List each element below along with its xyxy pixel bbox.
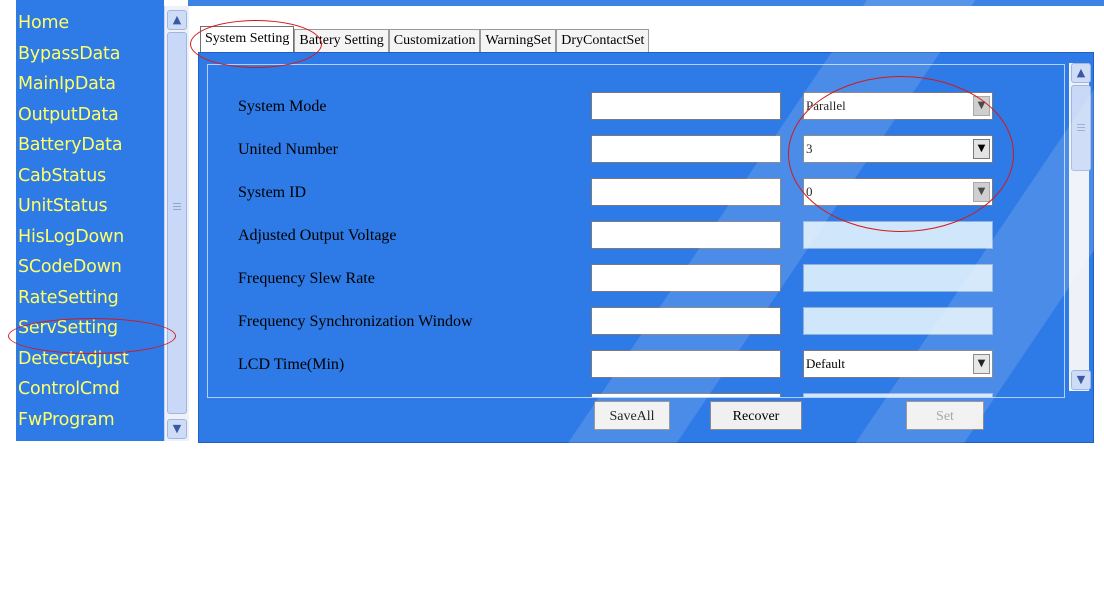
nav-item-bypassdata[interactable]: BypassData: [18, 39, 164, 70]
grip-line: [173, 209, 181, 210]
field-label: Frequency Synchronization Window: [238, 313, 473, 330]
form-scroll-thumb[interactable]: [1071, 85, 1091, 171]
field-label: System Mode: [238, 98, 327, 115]
settings-panel: System Mode Parallel ▼ United Number 3 ▼…: [198, 52, 1094, 443]
tab-customization[interactable]: Customization: [388, 29, 481, 52]
action-bar: SaveAll Recover Set: [199, 396, 1093, 442]
chevron-down-icon[interactable]: ▼: [973, 139, 990, 159]
nav-item-cabstatus[interactable]: CabStatus: [18, 161, 164, 192]
save-all-button[interactable]: SaveAll: [594, 401, 670, 430]
field-label: Adjusted Output Voltage: [238, 227, 397, 244]
system-mode-input[interactable]: [591, 92, 781, 120]
grip-line: [173, 206, 181, 207]
select-value: Default: [806, 356, 845, 371]
system-id-select[interactable]: 0 ▼: [803, 178, 993, 206]
select-value: 3: [806, 141, 813, 156]
nav-item-hislogdown[interactable]: HisLogDown: [18, 222, 164, 253]
scroll-up-icon[interactable]: ▲: [1071, 63, 1091, 83]
nav-item-outputdata[interactable]: OutputData: [18, 100, 164, 131]
adjusted-output-voltage-field: [803, 221, 993, 249]
nav-item-unitstatus[interactable]: UnitStatus: [18, 191, 164, 222]
nav-item-detectadjust[interactable]: DetectAdjust: [18, 344, 164, 375]
nav-scrollbar[interactable]: ▲ ▼: [164, 6, 189, 441]
adjusted-output-voltage-input[interactable]: [591, 221, 781, 249]
united-number-input[interactable]: [591, 135, 781, 163]
scroll-down-icon[interactable]: ▼: [1071, 370, 1091, 390]
form-scrollbar[interactable]: ▲ ▼: [1069, 63, 1091, 391]
field-label: Frequency Slew Rate: [238, 270, 375, 287]
nav-item-batterydata[interactable]: BatteryData: [18, 130, 164, 161]
nav-item-servsetting[interactable]: ServSetting: [18, 313, 164, 344]
scroll-down-icon[interactable]: ▼: [167, 419, 187, 439]
tab-bar: System Setting Battery Setting Customiza…: [200, 26, 650, 53]
frequency-slew-rate-input[interactable]: [591, 264, 781, 292]
grip-line: [1077, 127, 1085, 128]
select-value: 0: [806, 184, 813, 199]
chevron-down-icon[interactable]: ▼: [973, 354, 990, 374]
nav-item-scodedown[interactable]: SCodeDown: [18, 252, 164, 283]
field-label: United Number: [238, 141, 338, 158]
tab-battery-setting[interactable]: Battery Setting: [294, 29, 389, 52]
grip-line: [1077, 124, 1085, 125]
settings-form: System Mode Parallel ▼ United Number 3 ▼…: [207, 64, 1065, 398]
chevron-down-icon[interactable]: ▼: [973, 182, 990, 202]
recover-button[interactable]: Recover: [710, 401, 802, 430]
united-number-select[interactable]: 3 ▼: [803, 135, 993, 163]
grip-line: [1077, 130, 1085, 131]
nav-scroll-thumb[interactable]: [167, 32, 187, 414]
nav-item-home[interactable]: Home: [18, 8, 164, 39]
nav-item-controlcmd[interactable]: ControlCmd: [18, 374, 164, 405]
set-button[interactable]: Set: [906, 401, 984, 430]
chevron-down-icon[interactable]: ▼: [973, 96, 990, 116]
top-strip: [188, 0, 1104, 6]
frequency-sync-window-input[interactable]: [591, 307, 781, 335]
frequency-slew-rate-field: [803, 264, 993, 292]
system-id-input[interactable]: [591, 178, 781, 206]
nav-item-fwprogram[interactable]: FwProgram: [18, 405, 164, 436]
tab-drycontactset[interactable]: DryContactSet: [556, 29, 650, 52]
tab-warningset[interactable]: WarningSet: [480, 29, 557, 52]
grip-line: [173, 203, 181, 204]
nav-frame: Home BypassData MainIpData OutputData Ba…: [0, 0, 189, 441]
main-frame: System Setting Battery Setting Customiza…: [188, 0, 1104, 605]
lcd-time-input[interactable]: [591, 350, 781, 378]
scroll-up-icon[interactable]: ▲: [167, 10, 187, 30]
nav-menu: Home BypassData MainIpData OutputData Ba…: [18, 8, 164, 435]
nav-item-mainipdata[interactable]: MainIpData: [18, 69, 164, 100]
tab-system-setting[interactable]: System Setting: [200, 26, 295, 53]
field-label: System ID: [238, 184, 306, 201]
field-label: LCD Time(Min): [238, 356, 345, 373]
system-mode-select[interactable]: Parallel ▼: [803, 92, 993, 120]
select-value: Parallel: [806, 98, 846, 113]
nav-item-ratesetting[interactable]: RateSetting: [18, 283, 164, 314]
frequency-sync-window-field: [803, 307, 993, 335]
lcd-time-select[interactable]: Default ▼: [803, 350, 993, 378]
